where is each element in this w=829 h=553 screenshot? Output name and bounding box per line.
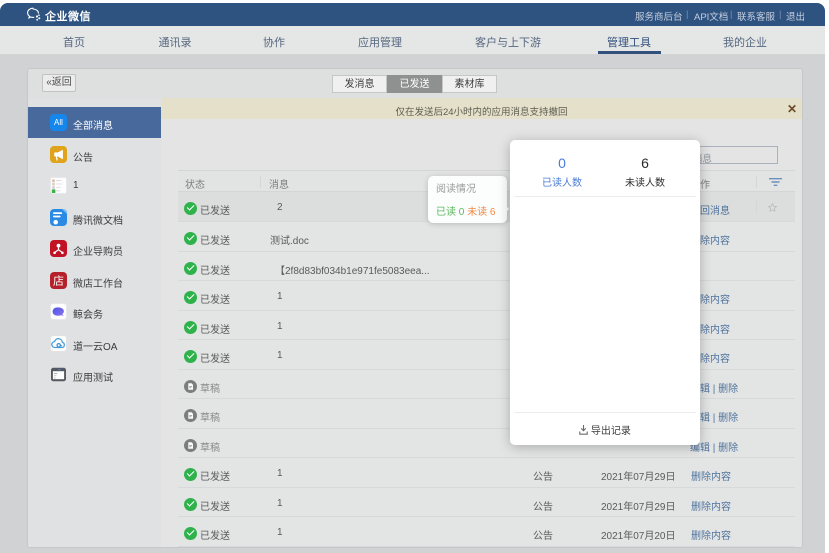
svg-text:店: 店: [53, 273, 64, 287]
